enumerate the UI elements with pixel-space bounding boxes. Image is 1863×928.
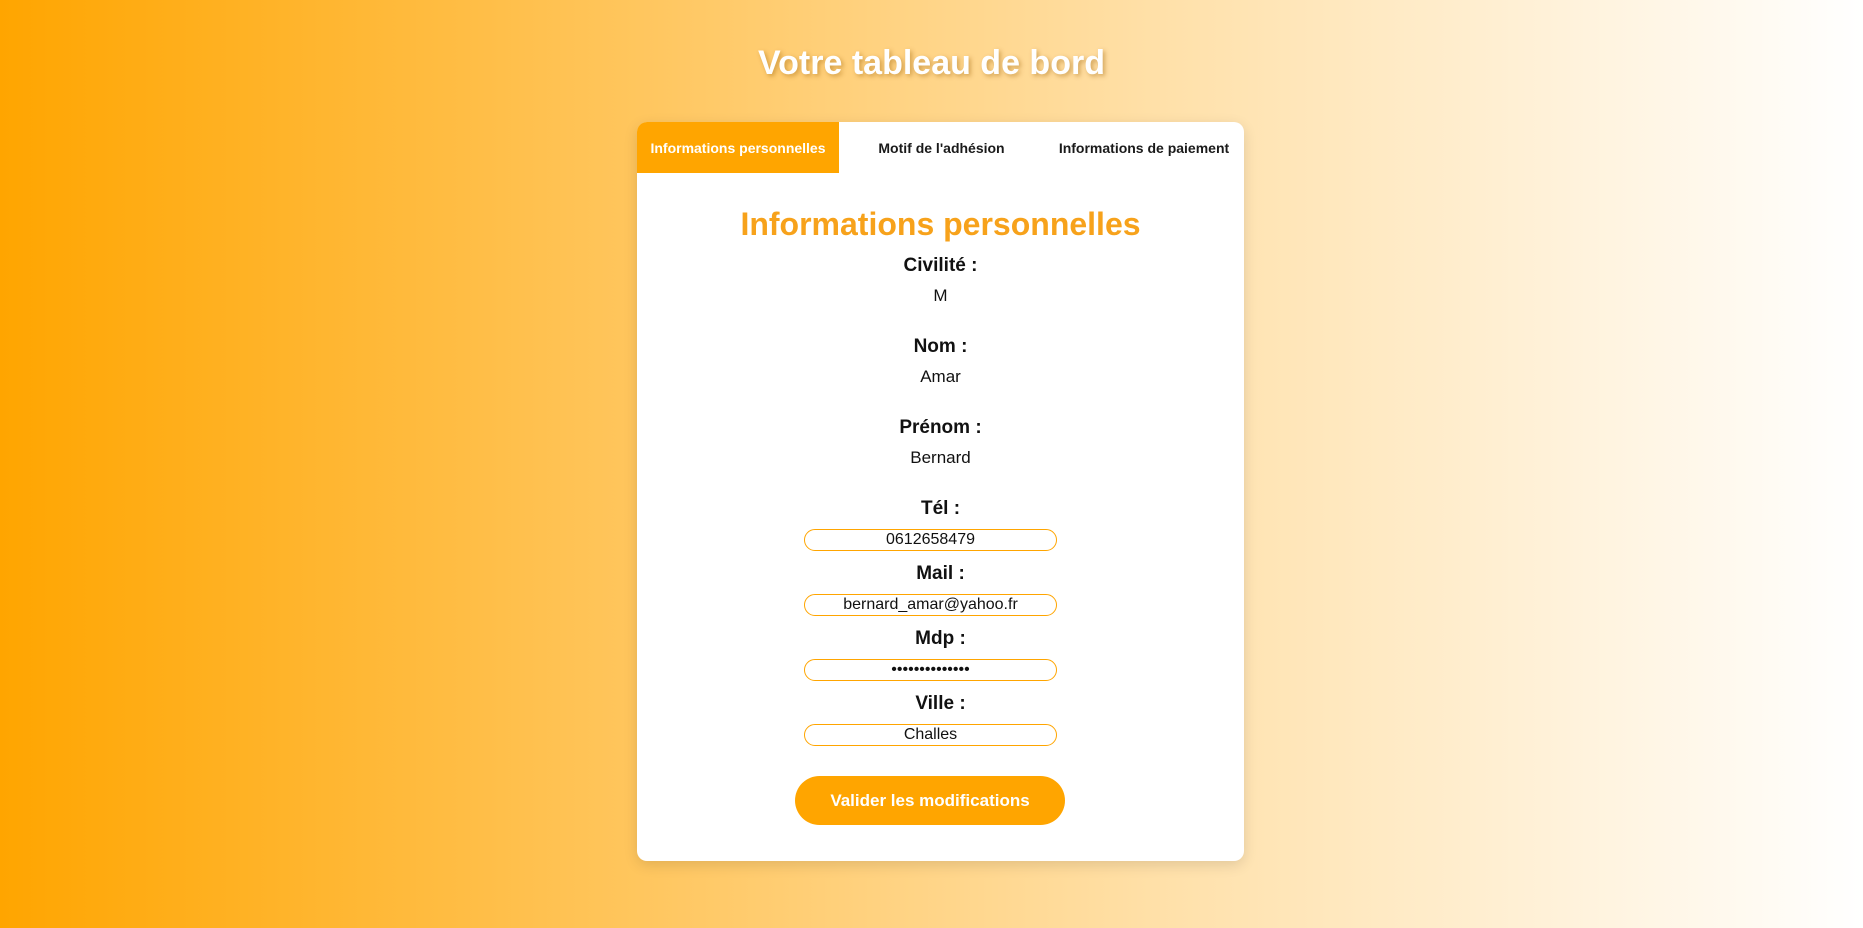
dashboard-card: Informations personnelles Motif de l'adh… bbox=[637, 122, 1244, 861]
tab-informations-personnelles[interactable]: Informations personnelles bbox=[637, 122, 839, 173]
civilite-label: Civilité : bbox=[903, 255, 978, 276]
mdp-input[interactable] bbox=[804, 659, 1057, 681]
prenom-value: Bernard bbox=[910, 448, 971, 467]
validate-changes-button[interactable]: Valider les modifications bbox=[795, 776, 1065, 825]
prenom-label: Prénom : bbox=[899, 417, 982, 438]
mdp-group: Mdp : bbox=[637, 628, 1244, 681]
tab-motif-adhesion[interactable]: Motif de l'adhésion bbox=[839, 122, 1044, 173]
section-title: Informations personnelles bbox=[740, 206, 1141, 242]
tab-bar: Informations personnelles Motif de l'adh… bbox=[637, 122, 1244, 173]
tab-informations-paiement[interactable]: Informations de paiement bbox=[1044, 122, 1244, 173]
civilite-value: M bbox=[933, 286, 948, 305]
tel-input[interactable] bbox=[804, 529, 1057, 551]
nom-value: Amar bbox=[920, 367, 961, 386]
ville-input[interactable] bbox=[804, 724, 1057, 746]
prenom-group: Prénom : Bernard bbox=[637, 417, 1244, 468]
mail-group: Mail : bbox=[637, 563, 1244, 616]
tel-label: Tél : bbox=[920, 498, 961, 519]
profile-fields: Civilité : M Nom : Amar Prénom : Bernard… bbox=[637, 255, 1244, 746]
mail-label: Mail : bbox=[916, 563, 965, 584]
mdp-label: Mdp : bbox=[915, 628, 966, 649]
nom-label: Nom : bbox=[913, 336, 968, 357]
ville-group: Ville : bbox=[637, 693, 1244, 746]
nom-group: Nom : Amar bbox=[637, 336, 1244, 387]
tel-group: Tél : bbox=[637, 498, 1244, 551]
page-title: Votre tableau de bord bbox=[758, 44, 1105, 82]
civilite-group: Civilité : M bbox=[637, 255, 1244, 306]
ville-label: Ville : bbox=[915, 693, 966, 714]
mail-input[interactable] bbox=[804, 594, 1057, 616]
